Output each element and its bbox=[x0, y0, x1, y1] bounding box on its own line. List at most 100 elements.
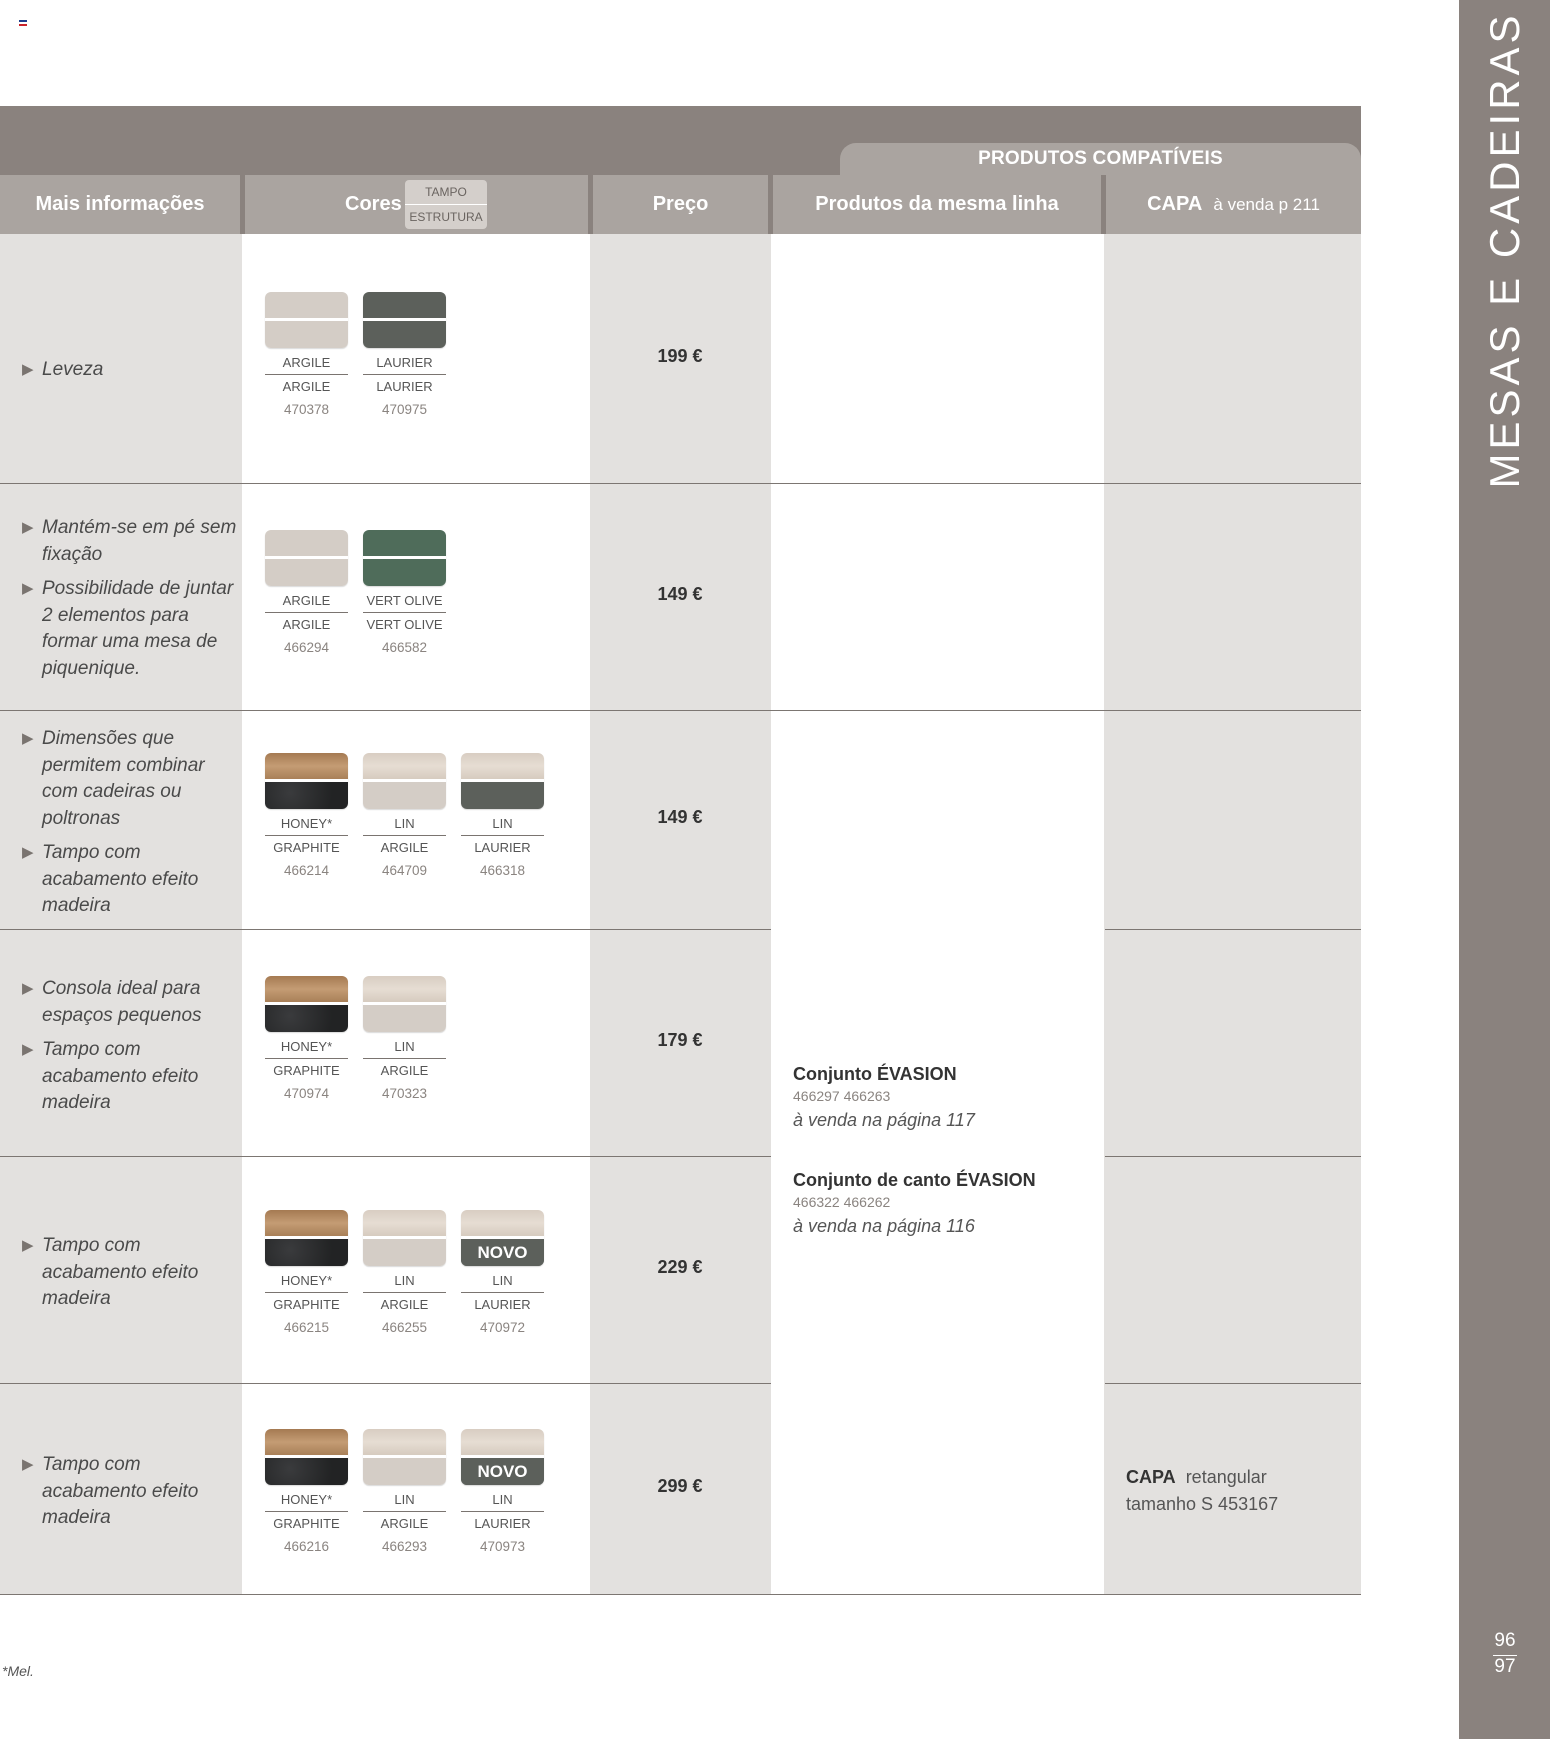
swatch-image bbox=[265, 530, 348, 586]
color-swatch: LIN ARGILE 466255 bbox=[363, 1210, 446, 1339]
info-bullet: Possibilidade de juntar 2 elementos para… bbox=[22, 576, 237, 682]
swatch-image bbox=[265, 753, 348, 809]
estrutura-color-label: GRAPHITE bbox=[273, 1063, 340, 1078]
product-reference: 466255 bbox=[381, 1320, 428, 1335]
row-divider bbox=[0, 710, 1361, 711]
color-swatch: NOVO LIN LAURIER 470972 bbox=[461, 1210, 544, 1339]
tampo-color-label: HONEY* bbox=[265, 1488, 348, 1512]
color-swatch: NOVO LIN LAURIER 470973 bbox=[461, 1429, 544, 1558]
price: 149 € bbox=[657, 584, 703, 604]
header-more-info: Mais informações bbox=[0, 175, 240, 234]
tampo-estrutura-legend: TAMPO ESTRUTURA bbox=[405, 180, 487, 229]
swatch-image bbox=[265, 292, 348, 348]
estrutura-color-label: ARGILE bbox=[380, 1297, 429, 1312]
estrutura-color-label: ARGILE bbox=[380, 1063, 429, 1078]
estrutura-color-label: VERT OLIVE bbox=[366, 617, 443, 632]
estrutura-color-label: ARGILE bbox=[282, 617, 331, 632]
tampo-color-label: LIN bbox=[363, 1269, 446, 1293]
header-same-line-products: Produtos da mesma linha bbox=[773, 175, 1101, 234]
estrutura-color-label: GRAPHITE bbox=[273, 1516, 340, 1531]
product-reference: 466294 bbox=[283, 640, 330, 655]
product-reference: 470378 bbox=[283, 402, 330, 417]
related-product-1: Conjunto ÉVASION 466297 466263 à venda n… bbox=[793, 1064, 975, 1131]
tampo-color-label: VERT OLIVE bbox=[363, 589, 446, 613]
estrutura-color-label: LAURIER bbox=[376, 379, 433, 394]
page-number-left: 96 bbox=[1494, 1630, 1516, 1651]
related-page: à venda na página 116 bbox=[793, 1216, 975, 1236]
product-reference: 466318 bbox=[479, 863, 526, 878]
new-badge: NOVO bbox=[461, 1239, 544, 1266]
related-title: Conjunto de canto ÉVASION bbox=[793, 1170, 1036, 1190]
color-swatch: LAURIER LAURIER 470975 bbox=[363, 292, 446, 421]
color-swatch: LIN LAURIER 466318 bbox=[461, 753, 544, 882]
tampo-color-label: ARGILE bbox=[265, 351, 348, 375]
swatch-image: NOVO bbox=[461, 1429, 544, 1485]
swatch-image bbox=[363, 292, 446, 348]
color-swatch: LIN ARGILE 464709 bbox=[363, 753, 446, 882]
tampo-color-label: LIN bbox=[461, 812, 544, 836]
capa-note: CAPA retangular tamanho S 453167 bbox=[1126, 1464, 1278, 1518]
related-product-2: Conjunto de canto ÉVASION 466322 466262 … bbox=[793, 1170, 1036, 1237]
product-reference: 466216 bbox=[283, 1539, 330, 1554]
product-reference: 470323 bbox=[381, 1086, 428, 1101]
row-divider bbox=[0, 1156, 771, 1157]
swatch-image bbox=[265, 1210, 348, 1266]
swatch-image bbox=[461, 753, 544, 809]
tampo-color-label: HONEY* bbox=[265, 1269, 348, 1293]
info-bullet: Tampo com acabamento efeito madeira bbox=[22, 1452, 237, 1532]
estrutura-color-label: LAURIER bbox=[474, 840, 531, 855]
price: 199 € bbox=[657, 345, 703, 366]
swatch-image bbox=[363, 753, 446, 809]
product-reference: 464709 bbox=[381, 863, 428, 878]
info-bullet: Mantém-se em pé sem fixação bbox=[22, 515, 237, 568]
estrutura-color-label: GRAPHITE bbox=[273, 1297, 340, 1312]
estrutura-color-label: LAURIER bbox=[474, 1297, 531, 1312]
capa-note-line2: tamanho S 453167 bbox=[1126, 1494, 1279, 1514]
table-bottom-border bbox=[0, 1594, 1361, 1595]
row-divider bbox=[1105, 1156, 1361, 1157]
estrutura-color-label: ARGILE bbox=[380, 840, 429, 855]
language-flag-icon bbox=[19, 20, 27, 26]
product-reference: 466215 bbox=[283, 1320, 330, 1335]
tampo-color-label: HONEY* bbox=[265, 1035, 348, 1059]
tampo-color-label: LIN bbox=[461, 1269, 544, 1293]
row-info: Mantém-se em pé sem fixação Possibilidade… bbox=[22, 515, 237, 690]
color-swatch: HONEY* GRAPHITE 466215 bbox=[265, 1210, 348, 1339]
row-info: Consola ideal para espaços pequenos Tampo… bbox=[22, 976, 237, 1125]
row-info: Tampo com acabamento efeito madeira bbox=[22, 1233, 237, 1321]
price: 149 € bbox=[657, 807, 703, 827]
color-swatch: LIN ARGILE 470323 bbox=[363, 976, 446, 1105]
color-swatch: ARGILE ARGILE 466294 bbox=[265, 530, 348, 659]
info-bullet: Leveza bbox=[22, 357, 237, 384]
section-title: MESAS E CADEIRAS bbox=[1481, 11, 1528, 489]
estrutura-color-label: ARGILE bbox=[282, 379, 331, 394]
product-reference: 466293 bbox=[381, 1539, 428, 1554]
price: 229 € bbox=[657, 1257, 703, 1277]
estrutura-color-label: GRAPHITE bbox=[273, 840, 340, 855]
color-swatch: HONEY* GRAPHITE 466216 bbox=[265, 1429, 348, 1558]
color-swatch: HONEY* GRAPHITE 466214 bbox=[265, 753, 348, 882]
tampo-color-label: LAURIER bbox=[363, 351, 446, 375]
info-bullet: Consola ideal para espaços pequenos bbox=[22, 976, 237, 1029]
color-swatch: ARGILE ARGILE 470378 bbox=[265, 292, 348, 421]
related-title: Conjunto ÉVASION bbox=[793, 1064, 957, 1084]
related-page: à venda na página 117 bbox=[793, 1110, 975, 1130]
estrutura-color-label: LAURIER bbox=[474, 1516, 531, 1531]
row-divider bbox=[1105, 929, 1361, 930]
new-badge: NOVO bbox=[461, 1458, 544, 1485]
legend-tampo: TAMPO bbox=[425, 185, 467, 199]
tampo-color-label: LIN bbox=[363, 812, 446, 836]
tampo-color-label: LIN bbox=[363, 1035, 446, 1059]
product-reference: 466214 bbox=[283, 863, 330, 878]
info-bullet: Tampo com acabamento efeito madeira bbox=[22, 1233, 237, 1313]
tampo-color-label: LIN bbox=[363, 1488, 446, 1512]
product-reference: 470975 bbox=[381, 402, 428, 417]
swatch-image bbox=[363, 976, 446, 1032]
product-reference: 470972 bbox=[479, 1320, 526, 1335]
swatch-image bbox=[363, 1210, 446, 1266]
swatch-image bbox=[265, 976, 348, 1032]
swatch-image bbox=[363, 1429, 446, 1485]
product-reference: 470974 bbox=[283, 1086, 330, 1101]
tampo-color-label: LIN bbox=[461, 1488, 544, 1512]
header-capa: CAPA à venda p 211 bbox=[1106, 175, 1361, 234]
